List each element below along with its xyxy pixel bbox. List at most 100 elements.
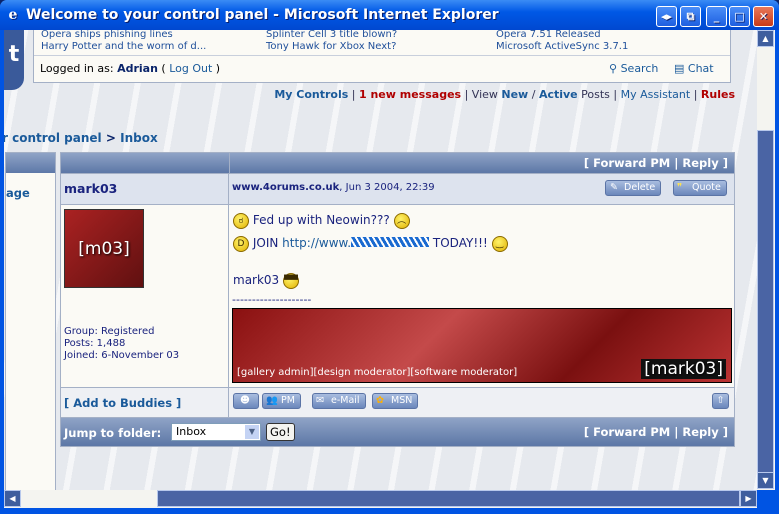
- author-row: mark03 www.4orums.co.uk, Jun 3 2004, 22:…: [61, 174, 734, 205]
- signature-rule: --------------------: [232, 293, 312, 306]
- my-controls-link[interactable]: My Controls: [274, 88, 348, 101]
- scroll-right-button[interactable]: ▶: [740, 490, 757, 507]
- rolleyes-smiley-icon: ಠ: [233, 212, 249, 229]
- scroll-down-button[interactable]: ▼: [757, 472, 774, 489]
- chevron-down-icon[interactable]: ▼: [245, 425, 259, 439]
- horizontal-scroll-thumb[interactable]: [157, 490, 740, 507]
- scroll-left-button[interactable]: ◀: [4, 490, 21, 507]
- folder-selected: Inbox: [176, 425, 207, 438]
- add-buddies-link[interactable]: [ Add to Buddies ]: [61, 388, 229, 417]
- minimize-button[interactable]: _: [706, 6, 727, 27]
- new-posts-link[interactable]: New: [501, 88, 528, 101]
- message-signoff: mark03: [233, 273, 280, 287]
- back-to-top-button[interactable]: ⇧: [712, 393, 729, 409]
- logout-link[interactable]: Log Out: [169, 62, 212, 75]
- pm-footer: Jump to folder: Inbox ▼ Go! [ Forward PM…: [61, 418, 734, 446]
- search-icon: ⚲: [609, 62, 618, 75]
- laugh-smiley-icon: D: [233, 235, 249, 252]
- pm-header: [ Forward PM | Reply ]: [61, 153, 734, 174]
- jump-label: Jump to folder:: [64, 426, 162, 440]
- delete-button[interactable]: ✎ Delete: [605, 180, 662, 196]
- news-link[interactable]: Harry Potter and the worm of d...: [41, 41, 206, 52]
- delete-label: Delete: [624, 182, 656, 193]
- header-actions[interactable]: [ Forward PM | Reply ]: [584, 156, 728, 170]
- new-messages-link[interactable]: 1 new messages: [359, 88, 461, 101]
- title-bar: e Welcome to your control panel - Micros…: [0, 0, 779, 30]
- vertical-scrollbar[interactable]: ▲ ▼: [757, 30, 775, 490]
- window-title: Welcome to your control panel - Microsof…: [26, 7, 499, 23]
- contact-buttons: ☻ 👥 PM ✉ e-Mail ✿ MSN ⇧: [229, 388, 734, 417]
- pm-table: [ Forward PM | Reply ] mark03 www.4orums…: [60, 152, 735, 447]
- author-info: [m03] Group: Registered Posts: 1,488 Joi…: [61, 205, 229, 387]
- signature-roles: [gallery admin][design moderator][softwa…: [237, 367, 518, 378]
- search-link[interactable]: ⚲ Search: [609, 62, 658, 75]
- news-link[interactable]: Tony Hawk for Xbox Next?: [266, 41, 396, 52]
- message-line: Fed up with Neowin???: [252, 213, 390, 227]
- msn-butterfly-icon: ✿: [376, 395, 384, 406]
- news-link[interactable]: Opera 7.51 Released: [496, 30, 601, 40]
- author-posts: Posts: 1,488: [64, 338, 126, 349]
- folder-select[interactable]: Inbox ▼: [171, 423, 261, 441]
- user-nav: My Controls | 1 new messages | View New …: [274, 88, 735, 101]
- horizontal-scrollbar[interactable]: ◀ ▶: [4, 490, 757, 508]
- pm-button[interactable]: 👥 PM: [262, 393, 301, 409]
- divider: [34, 55, 730, 56]
- breadcrumb: r control panel > Inbox: [4, 131, 158, 145]
- quote-button[interactable]: ❞ Quote: [673, 180, 727, 196]
- cool-smiley-icon: ▀▀: [283, 272, 300, 289]
- message-today: TODAY!!!: [432, 236, 488, 250]
- media-button[interactable]: ◂▸: [656, 6, 677, 27]
- site-logo: t: [4, 30, 24, 90]
- sidebar-link[interactable]: age: [6, 186, 30, 200]
- author-name[interactable]: mark03: [61, 174, 229, 204]
- email-button[interactable]: ✉ e-Mail: [312, 393, 366, 409]
- quote-icon: ❞: [677, 182, 683, 193]
- msn-button[interactable]: ✿ MSN: [372, 393, 419, 409]
- news-link[interactable]: Opera ships phishing lines: [41, 30, 173, 40]
- arrow-up-icon: ⇧: [716, 395, 725, 406]
- restore-tab-button[interactable]: ⧉: [680, 6, 701, 27]
- active-posts-link[interactable]: Active: [539, 88, 578, 101]
- sad-smiley-icon: ︵: [393, 212, 410, 229]
- sidebar: age: [5, 152, 56, 490]
- news-link[interactable]: Microsoft ActiveSync 3.7.1: [496, 41, 628, 52]
- login-label: Logged in as:: [40, 62, 118, 75]
- news-link[interactable]: Splinter Cell 3 title blown?: [266, 30, 397, 40]
- footer-actions[interactable]: [ Forward PM | Reply ]: [584, 425, 728, 439]
- rules-link[interactable]: Rules: [701, 88, 735, 101]
- message-row: [m03] Group: Registered Posts: 1,488 Joi…: [61, 205, 734, 388]
- login-status: Logged in as: Adrian ( Log Out ): [40, 62, 221, 75]
- msn-label: MSN: [391, 395, 413, 406]
- scroll-up-button[interactable]: ▲: [757, 30, 774, 47]
- profile-icon: ☻: [240, 395, 250, 406]
- username: Adrian: [117, 62, 158, 75]
- smile-smiley-icon: ‿: [491, 235, 508, 252]
- go-button[interactable]: Go!: [266, 423, 295, 441]
- view-label: View: [471, 88, 498, 101]
- avatar: [m03]: [64, 209, 144, 288]
- maximize-button[interactable]: □: [729, 6, 750, 27]
- site-link[interactable]: www.4orums.co.uk: [232, 182, 339, 193]
- breadcrumb-separator: >: [105, 131, 116, 145]
- profile-button[interactable]: ☻: [233, 393, 259, 409]
- browser-window: e Welcome to your control panel - Micros…: [0, 0, 779, 514]
- vertical-scroll-thumb[interactable]: [757, 130, 774, 480]
- post-date: , Jun 3 2004, 22:39: [339, 182, 435, 193]
- chat-link[interactable]: ▤ Chat: [674, 62, 714, 75]
- my-assistant-link[interactable]: My Assistant: [621, 88, 691, 101]
- chat-icon: ▤: [674, 62, 685, 75]
- close-button[interactable]: ✕: [753, 6, 774, 27]
- breadcrumb-control-panel[interactable]: r control panel: [4, 131, 102, 145]
- message-body: ಠ Fed up with Neowin??? ︵ D JOIN http://…: [229, 205, 734, 387]
- scribble-redaction: [351, 237, 430, 247]
- quote-label: Quote: [692, 182, 721, 193]
- users-icon: 👥: [266, 395, 278, 406]
- breadcrumb-inbox[interactable]: Inbox: [120, 131, 158, 145]
- message-url[interactable]: http://www.: [282, 236, 430, 250]
- actions-row: [ Add to Buddies ] ☻ 👥 PM ✉ e-Mail ✿ MSN ⇧: [61, 388, 734, 418]
- page-content: t Opera ships phishing lines Harry Potte…: [4, 30, 757, 490]
- author-group: Group: Registered: [64, 326, 155, 337]
- eraser-icon: ✎: [610, 182, 618, 193]
- chat-label: Chat: [687, 62, 714, 75]
- author-stats: Group: Registered Posts: 1,488 Joined: 6…: [64, 326, 179, 362]
